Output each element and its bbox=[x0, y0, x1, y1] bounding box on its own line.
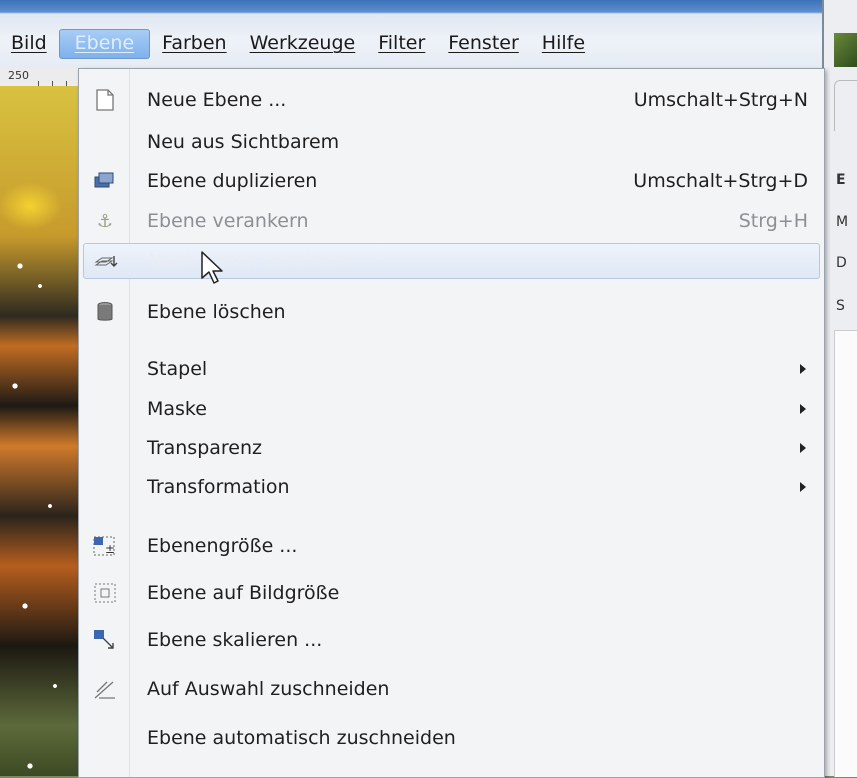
layer-size-icon: ± bbox=[93, 534, 117, 558]
menu-item-label: Ebene verankern bbox=[147, 210, 309, 232]
menu-item-transformation[interactable]: Transformation bbox=[79, 469, 824, 505]
ruler-label: 250 bbox=[8, 69, 29, 82]
new-layer-icon bbox=[93, 88, 117, 112]
menu-item-ebene-auf-bildgroesse[interactable]: Ebene auf Bildgröße bbox=[79, 575, 824, 611]
panel-text-s: S bbox=[836, 298, 845, 314]
menu-bild[interactable]: Bild bbox=[0, 29, 58, 59]
ebene-dropdown-menu: Neue Ebene ... Umschalt+Strg+N Neu aus S… bbox=[78, 68, 825, 778]
menu-item-stapel[interactable]: Stapel bbox=[79, 351, 824, 387]
menu-item-auf-auswahl-zuschneiden[interactable]: Auf Auswahl zuschneiden bbox=[79, 671, 824, 707]
menu-item-label: Stapel bbox=[147, 358, 208, 380]
menu-filter[interactable]: Filter bbox=[367, 29, 436, 59]
menu-item-neue-ebene[interactable]: Neue Ebene ... Umschalt+Strg+N bbox=[79, 82, 824, 118]
menu-hilfe[interactable]: Hilfe bbox=[531, 29, 596, 59]
menu-item-label: Ebene auf Bildgröße bbox=[147, 582, 340, 604]
menu-item-ebene-loeschen[interactable]: Ebene löschen bbox=[79, 294, 824, 330]
menu-item-label: Neue Ebene ... bbox=[147, 89, 287, 111]
menu-item-label: Transformation bbox=[147, 476, 290, 498]
menu-item-label: Neu aus Sichtbarem bbox=[147, 131, 340, 153]
submenu-arrow-icon bbox=[800, 482, 806, 492]
menu-item-label: Ebene duplizieren bbox=[147, 170, 318, 192]
menu-item-neu-aus-sichtbarem[interactable]: Neu aus Sichtbarem bbox=[79, 124, 824, 160]
menu-werkzeuge[interactable]: Werkzeuge bbox=[239, 29, 367, 59]
menu-item-ebenengroesse[interactable]: ± Ebenengröße ... bbox=[79, 528, 824, 564]
layer-to-image-size-icon bbox=[93, 581, 117, 605]
image-thumbnail[interactable] bbox=[834, 33, 857, 67]
menu-item-ebene-automatisch-zuschneiden[interactable]: Ebene automatisch zuschneiden bbox=[79, 720, 824, 756]
menu-item-label: Nach unten vereinen bbox=[148, 250, 347, 272]
menu-item-label: Ebene automatisch zuschneiden bbox=[147, 727, 456, 749]
menu-item-ebene-duplizieren[interactable]: Ebene duplizieren Umschalt+Strg+D bbox=[79, 163, 824, 199]
menu-item-label: Maske bbox=[147, 398, 207, 420]
menu-item-shortcut: Umschalt+Strg+N bbox=[633, 89, 808, 111]
panel-text-e: E bbox=[836, 172, 846, 188]
anchor-icon: ⚓ bbox=[96, 210, 114, 232]
merge-down-icon bbox=[94, 250, 118, 274]
menubar: Bild Ebene Farben Werkzeuge Filter Fenst… bbox=[0, 0, 822, 68]
menu-item-label: Ebenengröße ... bbox=[147, 535, 298, 557]
menu-item-label: Ebene skalieren ... bbox=[147, 629, 323, 651]
submenu-arrow-icon bbox=[800, 364, 806, 374]
panel-text-d: D bbox=[836, 255, 847, 271]
horizontal-ruler: 250 bbox=[0, 68, 78, 87]
scale-layer-icon bbox=[93, 628, 117, 652]
menu-item-ebene-skalieren[interactable]: Ebene skalieren ... bbox=[79, 622, 824, 658]
menu-item-nach-unten-vereinen[interactable]: Nach unten vereinen bbox=[83, 243, 820, 279]
panel-content-box[interactable] bbox=[834, 330, 857, 777]
menu-item-shortcut: Strg+H bbox=[738, 210, 808, 232]
svg-text:±: ± bbox=[105, 542, 115, 556]
submenu-arrow-icon bbox=[800, 443, 806, 453]
delete-layer-icon bbox=[93, 300, 117, 324]
menu-farben[interactable]: Farben bbox=[151, 29, 237, 59]
menu-item-label: Transparenz bbox=[147, 437, 263, 459]
menu-item-label: Ebene löschen bbox=[147, 301, 286, 323]
submenu-arrow-icon bbox=[800, 404, 806, 414]
menu-ebene[interactable]: Ebene bbox=[58, 29, 151, 59]
duplicate-layer-icon bbox=[93, 169, 117, 193]
mouse-cursor-icon bbox=[201, 251, 223, 284]
dock-tab[interactable] bbox=[834, 80, 857, 131]
panel-text-m: M bbox=[836, 214, 849, 230]
menu-fenster[interactable]: Fenster bbox=[437, 29, 529, 59]
menu-item-ebene-verankern[interactable]: ⚓ Ebene verankern Strg+H bbox=[79, 203, 824, 239]
image-canvas[interactable] bbox=[0, 86, 78, 776]
menu-item-maske[interactable]: Maske bbox=[79, 391, 824, 427]
right-dock-panel: E M D S bbox=[822, 0, 857, 777]
menu-item-transparenz[interactable]: Transparenz bbox=[79, 430, 824, 466]
menu-item-shortcut: Umschalt+Strg+D bbox=[633, 170, 808, 192]
crop-icon bbox=[93, 677, 117, 701]
menu-item-label: Auf Auswahl zuschneiden bbox=[147, 678, 390, 700]
